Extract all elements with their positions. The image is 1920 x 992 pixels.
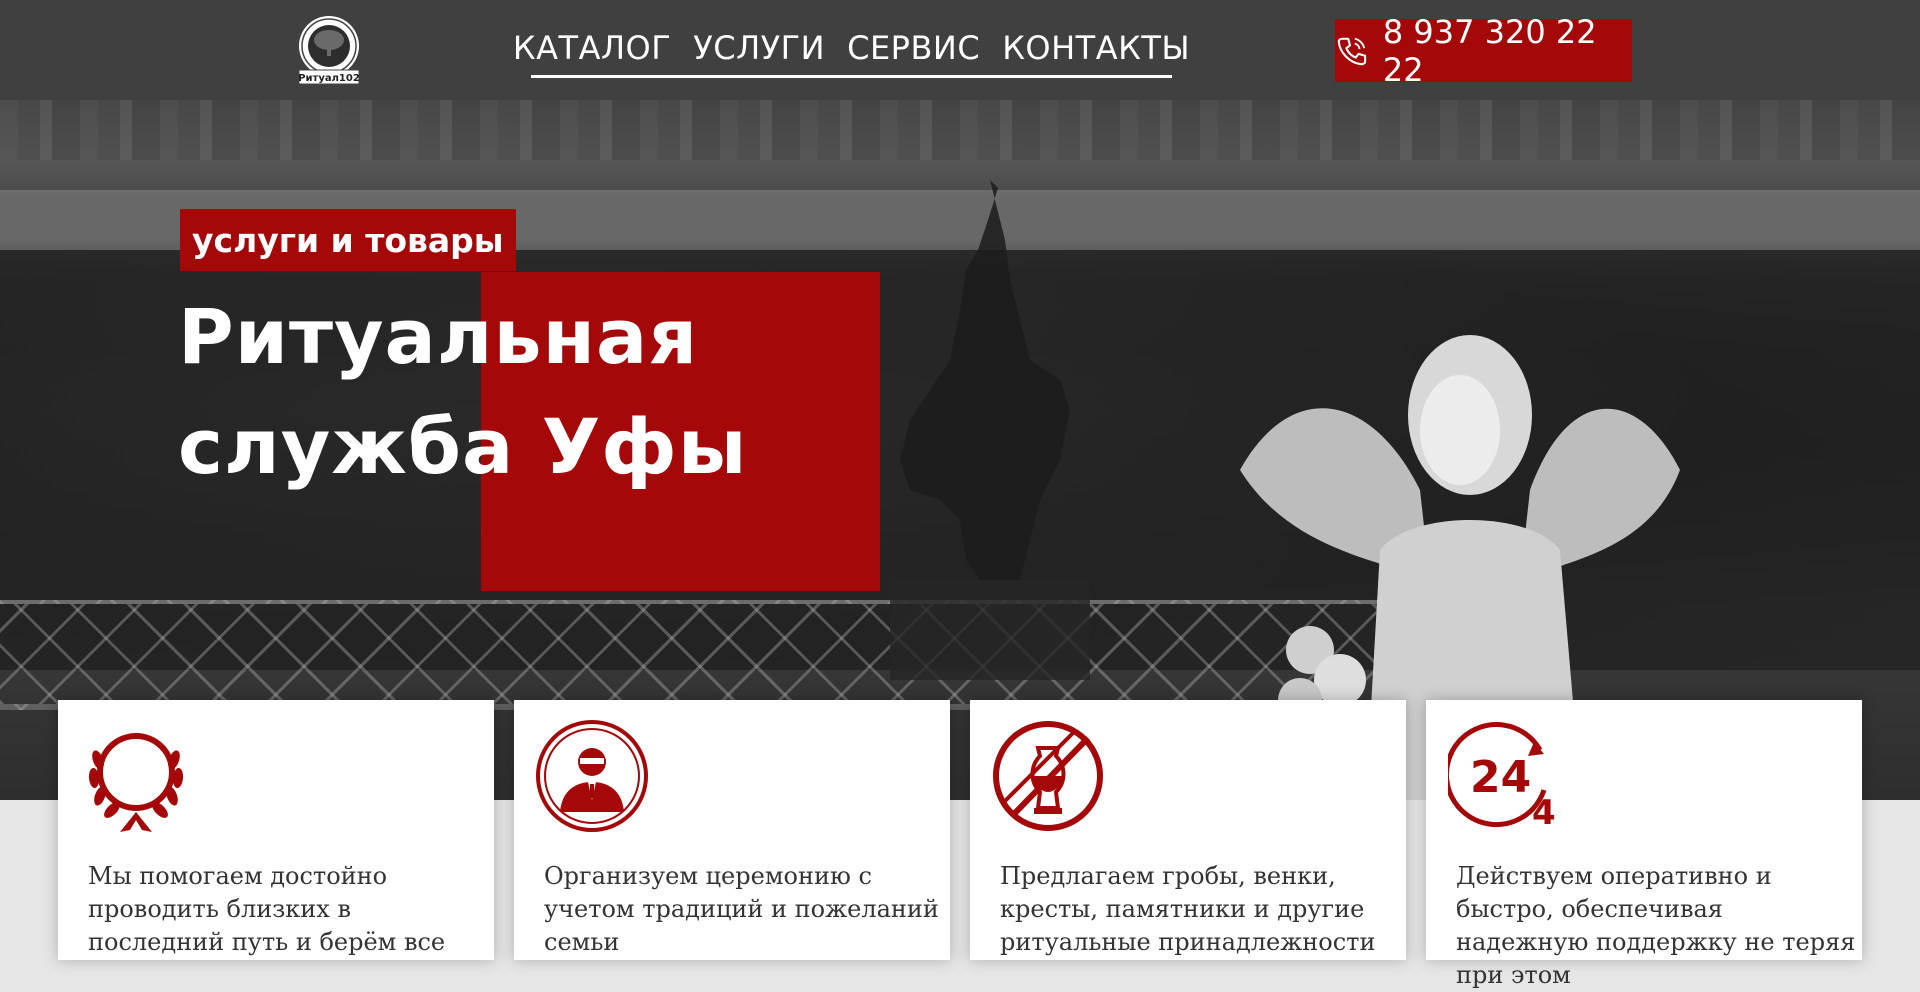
hero-title-line-2: служба Уфы (178, 402, 748, 491)
main-nav: КАТАЛОГ УСЛУГИ СЕРВИС КОНТАКТЫ (513, 20, 1190, 78)
phone-icon (1337, 37, 1367, 65)
hero-tag: услуги и товары (180, 209, 516, 271)
nav-item-contacts[interactable]: КОНТАКТЫ (1002, 29, 1190, 67)
urn-icon (993, 721, 1103, 831)
hero-background-skyline (0, 100, 1920, 160)
phone-button[interactable]: 8 937 320 22 22 (1335, 13, 1632, 89)
tree-logo-icon: Ритуал102 (298, 16, 360, 85)
phone-number: 8 937 320 22 22 (1382, 12, 1597, 89)
feature-card-text: Организуем церемонию с учетом традиций и… (544, 862, 939, 956)
nav-item-service[interactable]: СЕРВИС (847, 29, 980, 67)
svg-text:4: 4 (1532, 793, 1556, 833)
funeral-agent-icon (536, 720, 648, 832)
feature-card-text: Действуем оперативно и быстро, обеспечив… (1456, 862, 1856, 989)
feature-card-text: Мы помогаем достойно проводить близких в… (88, 862, 446, 956)
24-7-icon: 24 4 (1448, 722, 1556, 833)
feature-card: 24 4 Действуем оперативно и быстро, обес… (1426, 700, 1862, 989)
logo-text: Ритуал102 (298, 73, 360, 84)
wreath-icon (88, 733, 184, 832)
feature-card: Мы помогаем достойно проводить близких в… (58, 700, 494, 960)
site-header: Ритуал102 КАТАЛОГ УСЛУГИ СЕРВИС КОНТАКТЫ… (0, 0, 1920, 100)
hero-title-line-1: Ритуальная (178, 292, 699, 381)
feature-card: Предлагаем гробы, венки, кресты, памятни… (970, 700, 1406, 960)
features-cards: Мы помогаем достойно проводить близких в… (58, 700, 1862, 989)
feature-card: Организуем церемонию с учетом традиций и… (514, 700, 950, 960)
nav-item-catalog[interactable]: КАТАЛОГ (513, 29, 671, 67)
hero-background-bridge (0, 600, 1400, 710)
svg-text:24: 24 (1470, 752, 1531, 803)
hero-title: Ритуальная служба Уфы (178, 282, 878, 502)
logo[interactable]: Ритуал102 (293, 12, 365, 88)
nav-item-services[interactable]: УСЛУГИ (693, 29, 825, 67)
equestrian-statue-image (890, 180, 1090, 680)
feature-card-text: Предлагаем гробы, венки, кресты, памятни… (1000, 862, 1376, 956)
